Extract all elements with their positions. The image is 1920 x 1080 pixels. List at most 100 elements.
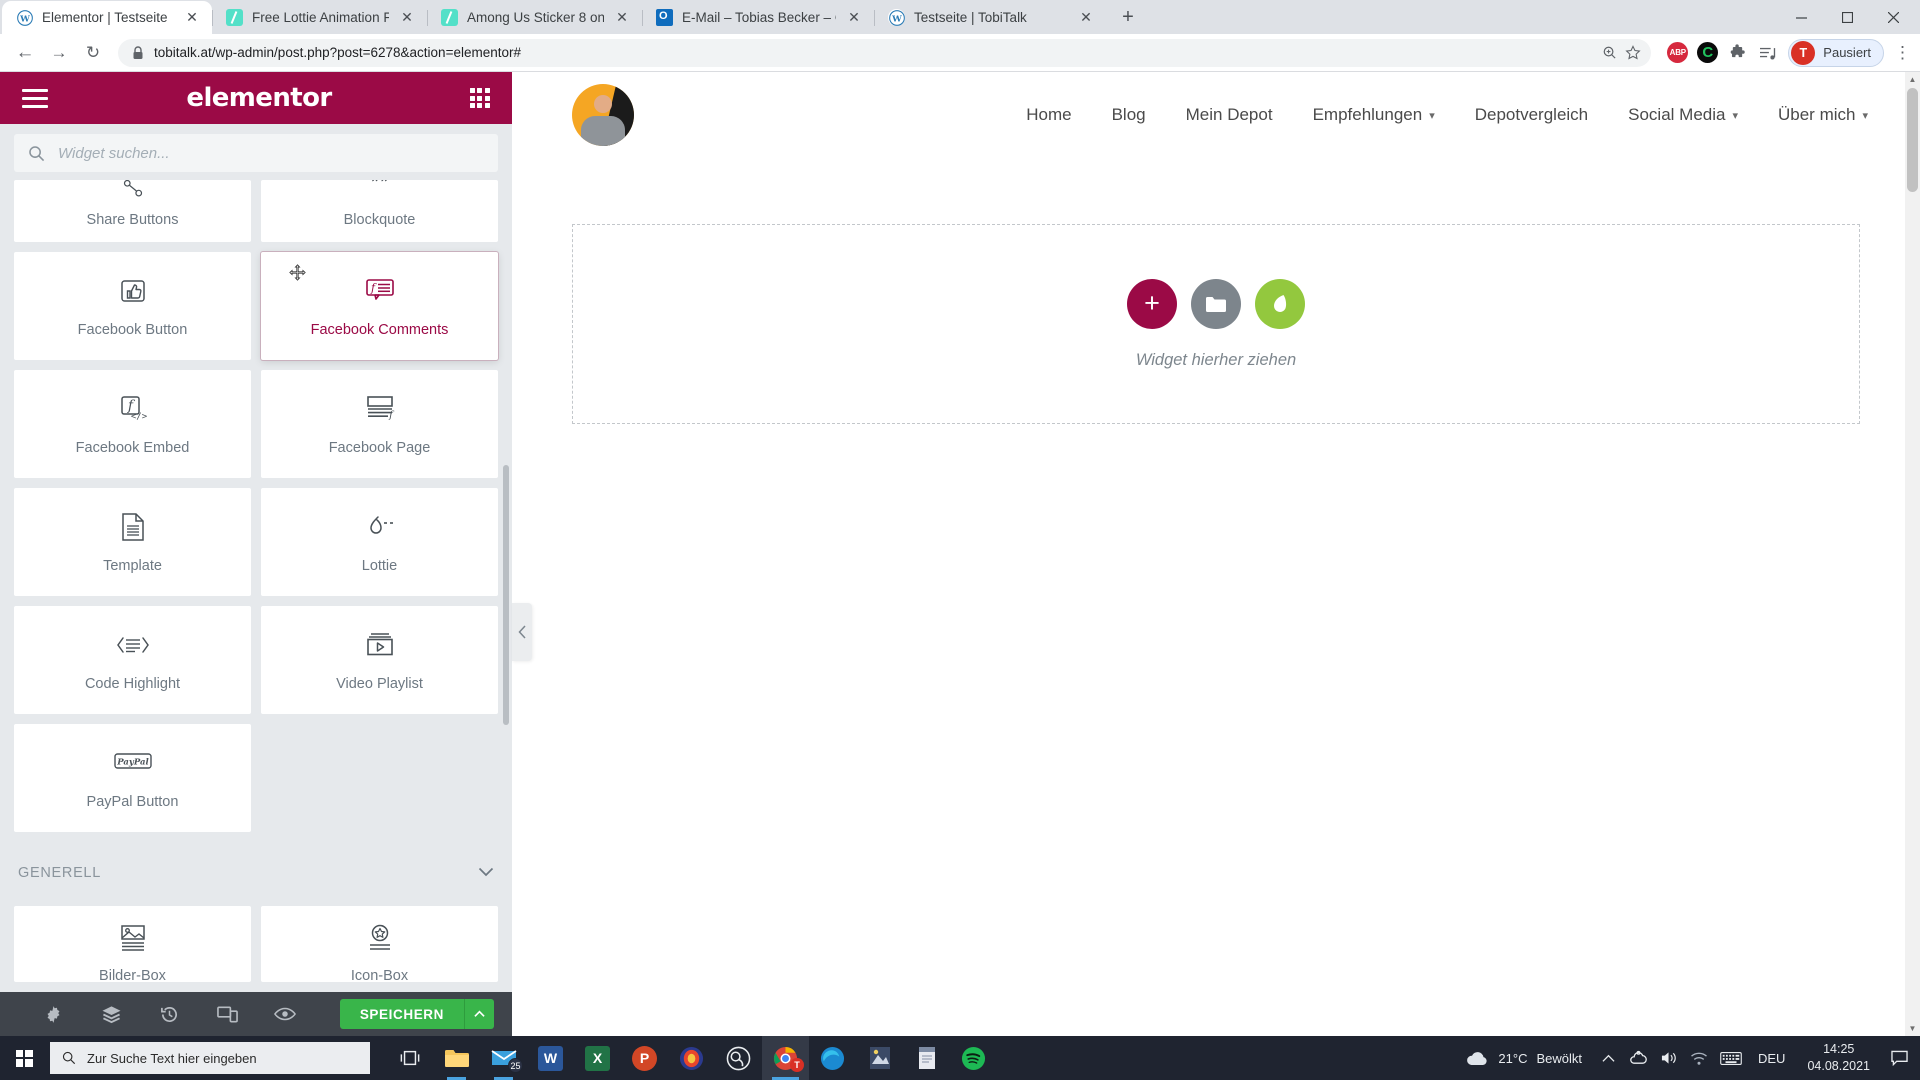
clock[interactable]: 14:25 04.08.2021 bbox=[1795, 1041, 1882, 1075]
widget-tile-icon-box[interactable]: Icon-Box bbox=[261, 906, 498, 982]
browser-tab[interactable]: W Testseite | TobiTalk ✕ bbox=[874, 1, 1106, 34]
widget-tile-code-highlight[interactable]: Code Highlight bbox=[14, 606, 251, 714]
language-indicator[interactable]: DEU bbox=[1748, 1051, 1795, 1066]
page-scrollbar[interactable]: ▲ ▼ bbox=[1905, 72, 1920, 1036]
volume-icon[interactable] bbox=[1654, 1036, 1684, 1080]
adblock-plus-icon[interactable]: ABP bbox=[1667, 42, 1689, 63]
address-bar[interactable]: tobitalk.at/wp-admin/post.php?post=6278&… bbox=[118, 38, 1652, 67]
widget-tile-lottie[interactable]: Lottie bbox=[261, 488, 498, 596]
chrome-icon[interactable]: T bbox=[762, 1036, 809, 1080]
excel-icon[interactable]: X bbox=[574, 1036, 621, 1080]
windows-start-icon[interactable] bbox=[0, 1036, 48, 1080]
scrollbar-thumb[interactable] bbox=[1907, 88, 1918, 192]
widget-tile-paypal-button[interactable]: PayPal PayPal Button bbox=[14, 724, 251, 832]
widget-tile-facebook-embed[interactable]: f </> Facebook Embed bbox=[14, 370, 251, 478]
profile-button[interactable]: T Pausiert bbox=[1788, 38, 1884, 67]
obs-icon[interactable] bbox=[715, 1036, 762, 1080]
search-input[interactable] bbox=[58, 144, 484, 162]
reload-button[interactable]: ↻ bbox=[78, 38, 108, 68]
browser-tab[interactable]: W Elementor | Testseite ✕ bbox=[2, 1, 212, 34]
template-folder-button[interactable] bbox=[1191, 278, 1241, 329]
bookmark-star-icon[interactable] bbox=[1625, 44, 1641, 61]
browser-menu-button[interactable]: ⋮ bbox=[1894, 43, 1911, 63]
new-tab-button[interactable]: + bbox=[1114, 3, 1142, 31]
reader-icon[interactable] bbox=[903, 1036, 950, 1080]
minimize-button[interactable] bbox=[1778, 2, 1824, 32]
close-window-button[interactable] bbox=[1870, 2, 1916, 32]
settings-gear-icon[interactable] bbox=[24, 992, 82, 1036]
search-box[interactable] bbox=[14, 134, 498, 172]
nav-item-blog[interactable]: Blog bbox=[1112, 105, 1146, 125]
history-revisions-icon[interactable] bbox=[140, 992, 198, 1036]
browser-tab[interactable]: Free Lottie Animation Files, Tools ✕ bbox=[212, 1, 427, 34]
nav-item-home[interactable]: Home bbox=[1026, 105, 1071, 125]
back-button[interactable]: ← bbox=[10, 38, 40, 68]
spotify-icon[interactable] bbox=[950, 1036, 997, 1080]
envato-kit-button[interactable] bbox=[1255, 278, 1305, 329]
onedrive-icon[interactable] bbox=[1624, 1036, 1654, 1080]
notification-center-icon[interactable] bbox=[1882, 1036, 1916, 1080]
widget-list-scroll[interactable]: Share Buttons ”” Blockquote Facebook But… bbox=[0, 180, 512, 992]
word-icon[interactable]: W bbox=[527, 1036, 574, 1080]
media-playlist-icon[interactable] bbox=[1757, 42, 1778, 63]
nav-item-depotvergleich[interactable]: Depotvergleich bbox=[1475, 105, 1588, 125]
navigator-layers-icon[interactable] bbox=[82, 992, 140, 1036]
obs-studio-icon[interactable] bbox=[668, 1036, 715, 1080]
widget-tile-facebook-button[interactable]: Facebook Button bbox=[14, 252, 251, 360]
zoom-icon[interactable] bbox=[1602, 45, 1617, 60]
weather-widget[interactable]: 21°C Bewölkt bbox=[1453, 1050, 1594, 1067]
svg-text:f: f bbox=[369, 282, 376, 295]
taskbar-search-box[interactable]: Zur Suche Text hier eingeben bbox=[50, 1042, 370, 1074]
forward-button[interactable]: → bbox=[44, 38, 74, 68]
widget-tile-video-playlist[interactable]: Video Playlist bbox=[261, 606, 498, 714]
widget-tile-blockquote[interactable]: ”” Blockquote bbox=[261, 180, 498, 242]
edge-icon[interactable] bbox=[809, 1036, 856, 1080]
hamburger-menu-icon[interactable] bbox=[22, 88, 48, 108]
nav-item-ueber-mich[interactable]: Über mich ▾ bbox=[1778, 105, 1868, 125]
ghostery-icon[interactable]: C bbox=[1697, 42, 1719, 63]
close-icon[interactable]: ✕ bbox=[182, 8, 202, 28]
chevron-down-icon[interactable] bbox=[478, 864, 494, 882]
tab-title: Among Us Sticker 8 on Lottiefiles bbox=[467, 10, 604, 25]
panel-scrollbar[interactable] bbox=[503, 465, 509, 725]
scroll-up-arrow-icon[interactable]: ▲ bbox=[1905, 72, 1920, 87]
close-icon[interactable]: ✕ bbox=[844, 8, 864, 28]
show-hidden-icons-chevron[interactable] bbox=[1594, 1036, 1624, 1080]
facebook-comment-bubble-icon: f bbox=[364, 274, 396, 308]
widget-tile-share-buttons[interactable]: Share Buttons bbox=[14, 180, 251, 242]
task-view-icon[interactable] bbox=[386, 1036, 433, 1080]
keyboard-icon[interactable] bbox=[1714, 1036, 1748, 1080]
responsive-mode-icon[interactable] bbox=[198, 992, 256, 1036]
nav-item-social-media[interactable]: Social Media ▾ bbox=[1628, 105, 1738, 125]
add-section-button[interactable]: + bbox=[1127, 278, 1177, 329]
widget-tile-facebook-comments[interactable]: f Facebook Comments bbox=[261, 252, 498, 360]
maximize-button[interactable] bbox=[1824, 2, 1870, 32]
save-button[interactable]: SPEICHERN bbox=[339, 999, 464, 1029]
powerpoint-icon[interactable]: P bbox=[621, 1036, 668, 1080]
browser-tab[interactable]: E-Mail – Tobias Becker – Outlook ✕ bbox=[642, 1, 874, 34]
save-options-caret-icon[interactable] bbox=[464, 999, 494, 1029]
extensions-puzzle-icon[interactable] bbox=[1727, 42, 1748, 63]
close-icon[interactable]: ✕ bbox=[612, 8, 632, 28]
photo-editor-icon[interactable] bbox=[856, 1036, 903, 1080]
nav-item-mein-depot[interactable]: Mein Depot bbox=[1186, 105, 1273, 125]
nav-item-empfehlungen[interactable]: Empfehlungen ▾ bbox=[1313, 105, 1435, 125]
nav-label: Home bbox=[1026, 105, 1072, 124]
widget-category-generell[interactable]: GENERELL bbox=[14, 842, 498, 896]
widget-label: Code Highlight bbox=[84, 676, 181, 692]
widget-tile-bilder-box[interactable]: Bilder-Box bbox=[14, 906, 251, 982]
share-nodes-icon bbox=[118, 180, 148, 198]
preview-eye-icon[interactable] bbox=[256, 992, 314, 1036]
widget-tile-facebook-page[interactable]: f Facebook Page bbox=[261, 370, 498, 478]
browser-tab[interactable]: Among Us Sticker 8 on Lottiefiles ✕ bbox=[427, 1, 642, 34]
widget-tile-template[interactable]: Template bbox=[14, 488, 251, 596]
widgets-grid-icon[interactable] bbox=[469, 88, 490, 108]
close-icon[interactable]: ✕ bbox=[1076, 8, 1096, 28]
mail-icon[interactable]: 25 bbox=[480, 1036, 527, 1080]
widget-dropzone[interactable]: + Widget hierher ziehen bbox=[572, 224, 1860, 424]
close-icon[interactable]: ✕ bbox=[397, 8, 417, 28]
scroll-down-arrow-icon[interactable]: ▼ bbox=[1905, 1021, 1920, 1036]
file-explorer-icon[interactable] bbox=[433, 1036, 480, 1080]
panel-collapse-handle[interactable] bbox=[512, 603, 532, 661]
wifi-icon[interactable] bbox=[1684, 1036, 1714, 1080]
